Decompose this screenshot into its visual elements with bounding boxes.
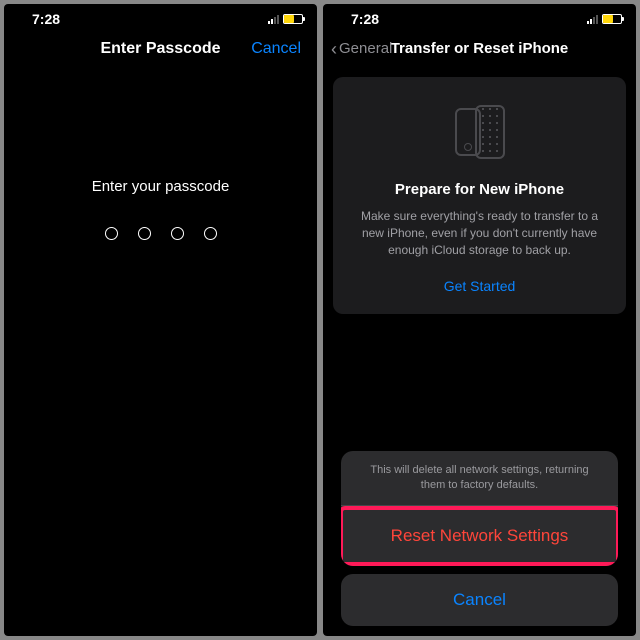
status-icons [268, 14, 303, 24]
cancel-button[interactable]: Cancel [341, 574, 618, 626]
passcode-dot [204, 227, 217, 240]
nav-bar: Enter Passcode Cancel [4, 30, 317, 68]
status-time: 7:28 [32, 11, 60, 27]
passcode-dot [171, 227, 184, 240]
passcode-dots[interactable] [105, 227, 217, 240]
back-button[interactable]: ‹ General [331, 40, 392, 58]
nav-bar: ‹ General Transfer or Reset iPhone [323, 30, 636, 67]
card-description: Make sure everything's ready to transfer… [349, 208, 610, 258]
passcode-prompt: Enter your passcode [92, 178, 230, 195]
sheet-group: This will delete all network settings, r… [341, 451, 618, 566]
page-title: Enter Passcode [100, 40, 220, 58]
status-bar: 7:28 [4, 4, 317, 30]
action-sheet: This will delete all network settings, r… [333, 451, 626, 636]
card-title: Prepare for New iPhone [349, 181, 610, 198]
transfer-body: Prepare for New iPhone Make sure everyth… [323, 67, 636, 636]
reset-network-settings-button[interactable]: Reset Network Settings [343, 510, 616, 562]
phone-left-passcode: 7:28 Enter Passcode Cancel Enter your pa… [4, 4, 317, 636]
get-started-button[interactable]: Get Started [349, 278, 610, 294]
prepare-card: Prepare for New iPhone Make sure everyth… [333, 77, 626, 314]
signal-icon [268, 14, 279, 24]
sheet-message: This will delete all network settings, r… [341, 451, 618, 506]
signal-icon [587, 14, 598, 24]
status-time: 7:28 [351, 11, 379, 27]
passcode-dot [105, 227, 118, 240]
chevron-left-icon: ‹ [331, 40, 337, 58]
passcode-body: Enter your passcode [4, 68, 317, 636]
passcode-dot [138, 227, 151, 240]
phone-right-transfer-reset: 7:28 ‹ General Transfer or Reset iPhone … [323, 4, 636, 636]
battery-icon [602, 14, 622, 24]
battery-icon [283, 14, 303, 24]
highlight-annotation: Reset Network Settings [341, 506, 618, 566]
cancel-button[interactable]: Cancel [251, 40, 301, 58]
devices-icon [349, 101, 610, 163]
page-title: Transfer or Reset iPhone [391, 40, 569, 57]
status-icons [587, 14, 622, 24]
back-label: General [339, 40, 392, 57]
status-bar: 7:28 [323, 4, 636, 30]
